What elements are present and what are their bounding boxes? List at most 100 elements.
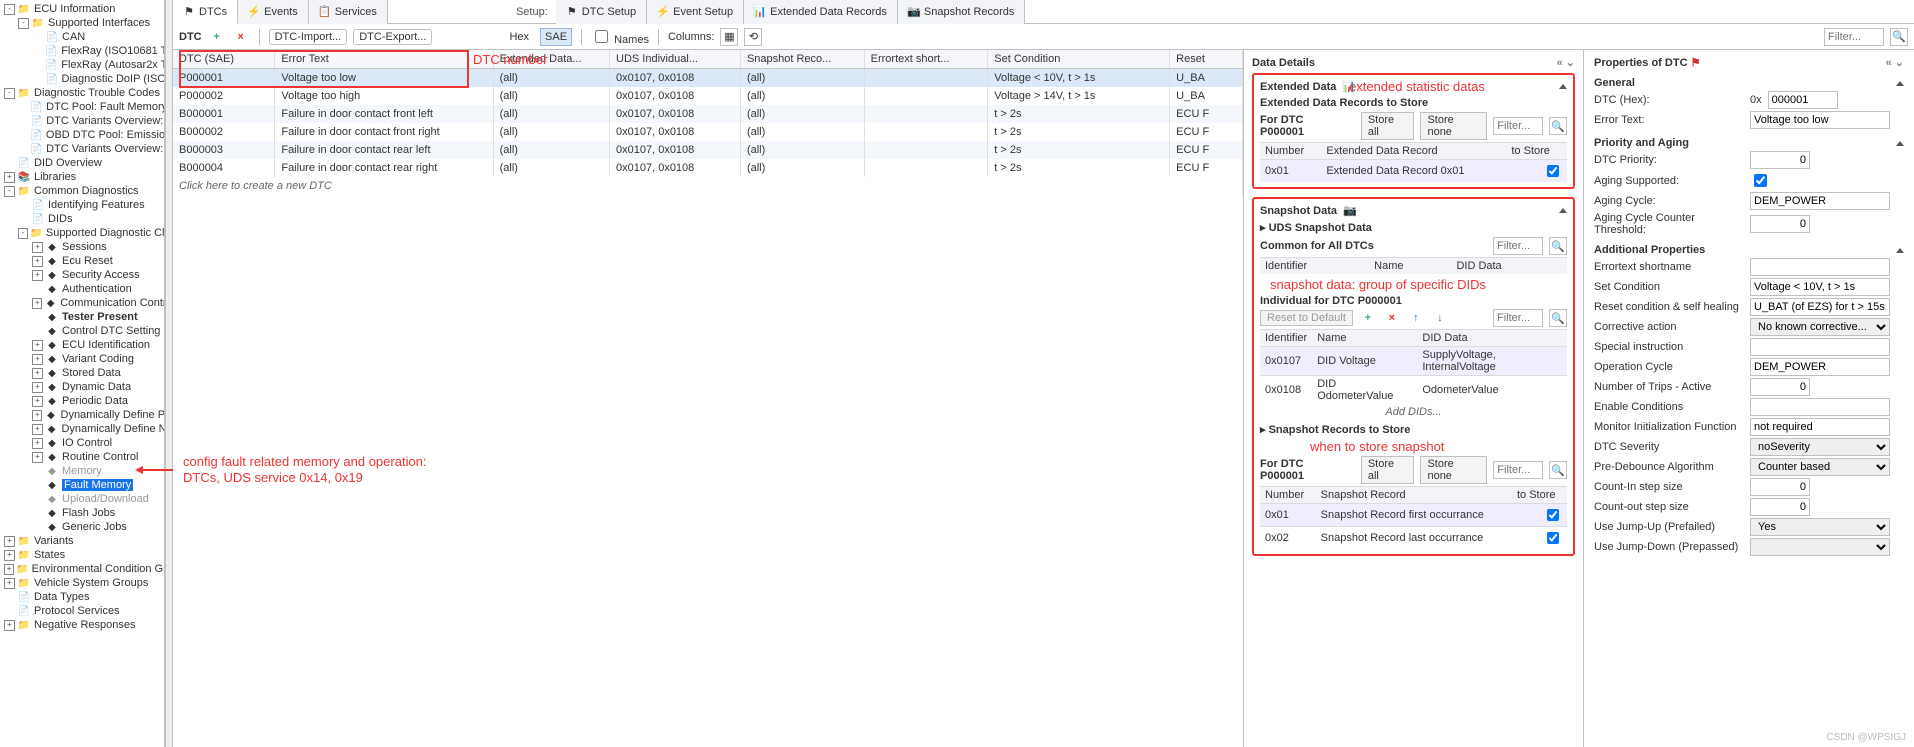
collapse-icon[interactable]: « ⌄ [1557,56,1575,69]
tree-expander-icon[interactable] [18,200,29,211]
collapse-icon[interactable]: « ⌄ [1886,56,1904,69]
prop-input[interactable] [1750,278,1890,296]
prop-input[interactable] [1750,398,1890,416]
tree-expander-icon[interactable] [32,46,43,57]
table-row[interactable]: P000001Voltage too low(all)0x0107, 0x010… [173,69,1243,88]
tree-node[interactable]: ◆Fault Memory [0,478,164,492]
tree-node[interactable]: -📁Supported Interfaces [0,16,164,30]
tree-node[interactable]: 📄DTC Variants Overview: F [0,114,164,128]
tree-node[interactable]: ◆Generic Jobs [0,520,164,534]
tree-node[interactable]: 📄Diagnostic DoIP (ISO [0,72,164,86]
tree-expander-icon[interactable] [4,606,15,617]
ext-store-none-button[interactable]: Store none [1420,112,1487,140]
tree-node[interactable]: +◆Communication Contro [0,296,164,310]
tree-node[interactable]: +◆Variant Coding [0,352,164,366]
table-row[interactable]: 0x0108DID OdometerValueOdometerValue [1260,376,1567,405]
tree-node[interactable]: +📁Negative Responses [0,618,164,632]
aging-supported-checkbox[interactable] [1754,174,1767,187]
tree-node[interactable]: +◆Dynamically Define Pe [0,408,164,422]
sae-toggle[interactable]: SAE [540,28,572,46]
move-up-icon[interactable]: ↑ [1407,309,1425,327]
prop-input[interactable] [1750,378,1810,396]
table-row[interactable]: B000004Failure in door contact rear righ… [173,159,1243,177]
remove-did-button[interactable]: × [1383,309,1401,327]
columns-config-button[interactable]: ▦ [720,28,738,46]
tree-node[interactable]: ◆Tester Present [0,310,164,324]
tree-node[interactable]: +◆Periodic Data [0,394,164,408]
tab-dtcs[interactable]: ⚑DTCs [173,0,238,24]
tree-node[interactable]: 📄OBD DTC Pool: Emission- [0,128,164,142]
tree-expander-icon[interactable] [18,102,28,113]
table-row[interactable]: P000002Voltage too high(all)0x0107, 0x01… [173,87,1243,105]
tree-expander-icon[interactable] [18,144,28,155]
tree-expander-icon[interactable]: + [4,564,14,575]
search-icon[interactable]: 🔍 [1549,461,1567,479]
tree-node[interactable]: -📁Supported Diagnostic Clas [0,226,164,240]
tree-node[interactable]: +◆Routine Control [0,450,164,464]
delete-dtc-button[interactable]: × [232,28,250,46]
tree-node[interactable]: ◆Memory [0,464,164,478]
tree-node[interactable]: +◆Ecu Reset [0,254,164,268]
tree-expander-icon[interactable] [32,326,43,337]
tree-expander-icon[interactable] [32,312,43,323]
tree-node[interactable]: -📁ECU Information [0,2,164,16]
prop-input[interactable] [1750,258,1890,276]
names-checkbox[interactable] [595,30,608,43]
tree-expander-icon[interactable]: - [18,18,29,29]
collapse-icon[interactable] [1559,84,1567,89]
tree-expander-icon[interactable] [4,592,15,603]
tree-node[interactable]: 📄DIDs [0,212,164,226]
add-did-button[interactable]: + [1359,309,1377,327]
tree-expander-icon[interactable]: + [4,536,15,547]
tree-expander-icon[interactable] [4,158,15,169]
table-row[interactable]: 0x0107DID VoltageSupplyVoltage, Internal… [1260,347,1567,376]
tree-expander-icon[interactable]: + [32,382,43,393]
tree-expander-icon[interactable]: - [18,228,28,239]
collapse-icon[interactable] [1896,81,1904,86]
tree-expander-icon[interactable] [32,508,43,519]
tree-expander-icon[interactable]: - [4,4,15,15]
tree-expander-icon[interactable] [18,214,29,225]
ext-filter-input[interactable] [1493,117,1543,135]
search-icon[interactable]: 🔍 [1890,28,1908,46]
tree-node[interactable]: 📄DTC Variants Overview: E [0,142,164,156]
move-down-icon[interactable]: ↓ [1431,309,1449,327]
tree-expander-icon[interactable] [18,130,28,141]
rec-filter-input[interactable] [1493,461,1543,479]
tree-expander-icon[interactable]: + [4,172,15,183]
prop-select[interactable]: No known corrective... [1750,318,1890,336]
search-icon[interactable]: 🔍 [1549,117,1567,135]
tree-node[interactable]: ◆Authentication [0,282,164,296]
table-row[interactable]: B000003Failure in door contact rear left… [173,141,1243,159]
tree-node[interactable]: 📄CAN [0,30,164,44]
tree-expander-icon[interactable]: + [32,270,43,281]
tab-ext-data[interactable]: 📊Extended Data Records [744,0,898,24]
tree-expander-icon[interactable] [32,466,43,477]
prop-input[interactable] [1750,418,1890,436]
tree-expander-icon[interactable]: - [4,88,15,99]
split-handle[interactable] [165,0,173,747]
err-text-input[interactable] [1750,111,1890,129]
tree-node[interactable]: -📁Diagnostic Trouble Codes [0,86,164,100]
tree-expander-icon[interactable]: + [32,242,43,253]
tree-expander-icon[interactable]: + [32,368,43,379]
tree-node[interactable]: +📁States [0,548,164,562]
aging-cycle-input[interactable] [1750,192,1890,210]
grid-header[interactable]: Extended Data... [493,50,609,69]
tree-node[interactable]: ◆Flash Jobs [0,506,164,520]
tree-expander-icon[interactable] [32,480,43,491]
tab-snap[interactable]: 📷Snapshot Records [898,0,1026,24]
tree-node[interactable]: +📁Vehicle System Groups [0,576,164,590]
prop-input[interactable] [1750,498,1810,516]
prop-input[interactable] [1750,298,1890,316]
collapse-icon[interactable] [1559,208,1567,213]
tree-expander-icon[interactable] [32,494,43,505]
snap-indiv-filter[interactable] [1493,309,1543,327]
table-row[interactable]: 0x02Snapshot Record last occurrance [1260,527,1567,550]
prop-select[interactable]: Yes [1750,518,1890,536]
new-row[interactable]: Click here to create a new DTC [173,177,1243,195]
tree-expander-icon[interactable]: + [4,550,15,561]
table-row[interactable]: 0x01Extended Data Record 0x01 [1260,160,1567,183]
table-row[interactable]: B000002Failure in door contact front rig… [173,123,1243,141]
collapse-icon[interactable] [1896,141,1904,146]
